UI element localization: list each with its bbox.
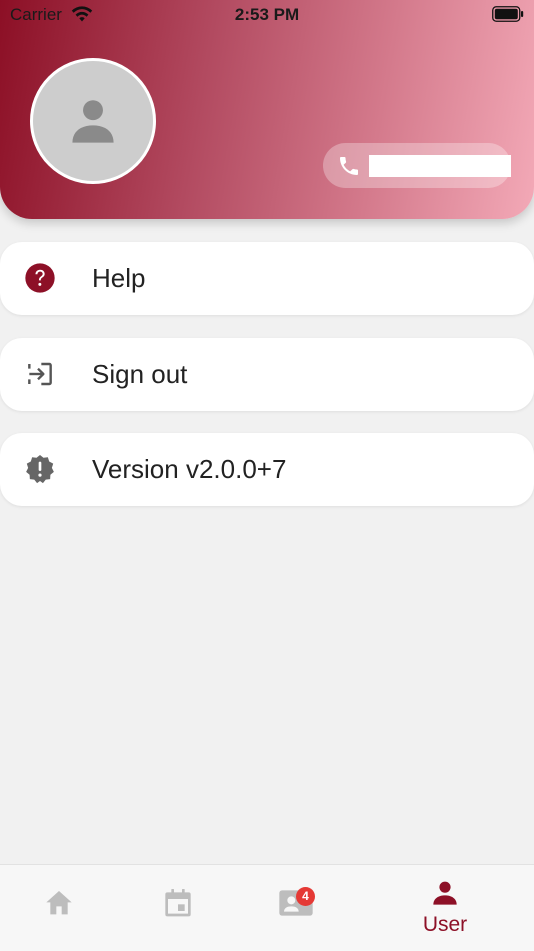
home-icon — [46, 891, 72, 915]
contacts-badge: 4 — [296, 887, 315, 906]
version-item: Version v2.0.0+7 — [0, 433, 534, 506]
user-icon — [433, 881, 457, 905]
phone-number — [369, 155, 511, 177]
nav-user-label: User — [422, 913, 468, 936]
status-bar: Carrier 2:53 PM — [0, 0, 534, 30]
help-label: Help — [92, 263, 146, 293]
nav-contacts[interactable]: 4 — [266, 865, 326, 951]
sign-out-label: Sign out — [92, 359, 188, 389]
status-time: 2:53 PM — [234, 5, 300, 24]
profile-header: Carrier 2:53 PM — [0, 0, 534, 219]
phone-pill[interactable] — [323, 143, 511, 188]
version-label: Version v2.0.0+7 — [92, 454, 287, 484]
help-circle-icon — [25, 263, 55, 293]
sign-out-item[interactable]: Sign out — [0, 338, 534, 411]
verified-badge-icon — [26, 455, 54, 484]
nav-user[interactable]: User — [405, 865, 485, 951]
nav-calendar[interactable] — [148, 865, 208, 951]
bottom-navigation: 4 User — [0, 864, 534, 951]
phone-icon — [340, 157, 358, 175]
sign-out-icon — [28, 362, 52, 386]
battery-icon — [492, 6, 524, 22]
avatar[interactable] — [30, 58, 156, 184]
calendar-icon — [165, 889, 191, 917]
person-icon — [72, 100, 114, 143]
nav-home[interactable] — [29, 865, 89, 951]
help-item[interactable]: Help — [0, 242, 534, 315]
